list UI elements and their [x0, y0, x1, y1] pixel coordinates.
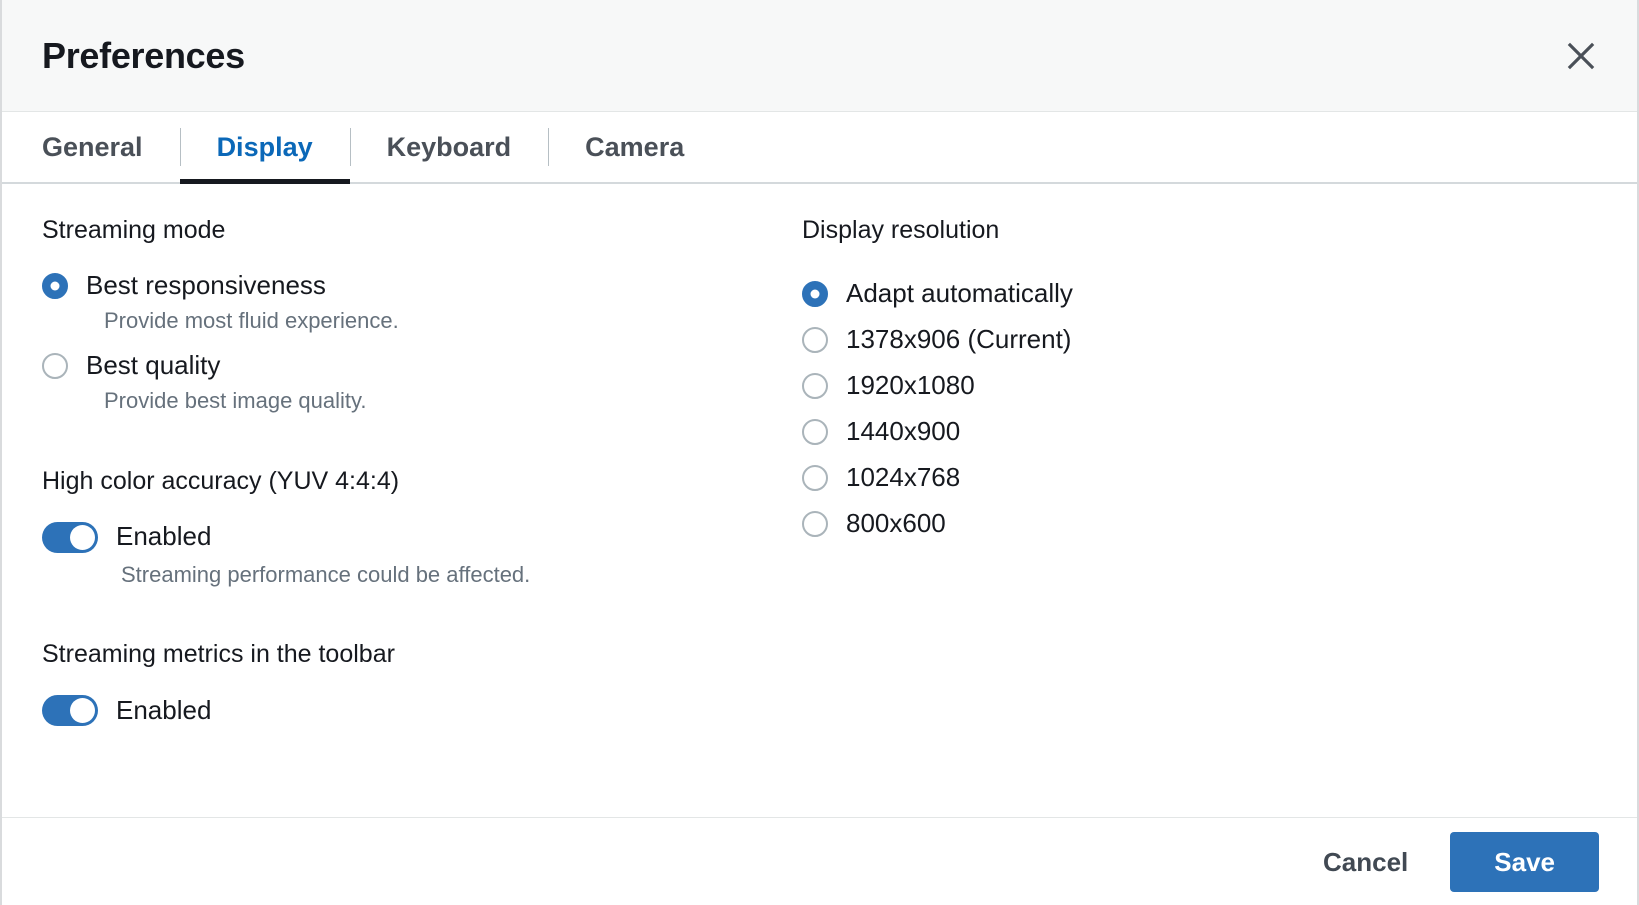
tab-keyboard[interactable]: Keyboard: [350, 112, 549, 182]
radio-label: 800x600: [846, 509, 946, 539]
radio-label: 1024x768: [846, 463, 960, 493]
display-resolution-title: Display resolution: [802, 218, 1597, 243]
radio-indicator-icon: [42, 353, 68, 379]
radio-resolution-1920x1080[interactable]: 1920x1080: [802, 363, 1597, 409]
tab-label: General: [42, 132, 143, 163]
radio-resolution-800x600[interactable]: 800x600: [802, 501, 1597, 547]
tab-general[interactable]: General: [42, 112, 180, 182]
option-description: Provide most fluid experience.: [104, 308, 802, 334]
high-color-accuracy-title: High color accuracy (YUV 4:4:4): [42, 469, 802, 494]
radio-indicator-icon: [42, 273, 68, 299]
toggle-label: Enabled: [116, 522, 211, 552]
save-button[interactable]: Save: [1450, 832, 1599, 892]
tab-label: Camera: [585, 132, 684, 163]
radio-label: Best quality: [86, 351, 220, 381]
option-description: Provide best image quality.: [104, 388, 802, 414]
toggle-label: Enabled: [116, 696, 211, 726]
radio-best-quality[interactable]: Best quality: [42, 351, 802, 381]
tab-label: Display: [217, 132, 313, 163]
toggle-switch-icon: [42, 522, 98, 553]
tab-camera[interactable]: Camera: [548, 112, 721, 182]
dialog-header: Preferences: [2, 0, 1637, 112]
tab-bar: General Display Keyboard Camera: [2, 112, 1637, 184]
radio-indicator-icon: [802, 419, 828, 445]
toggle-high-color-accuracy[interactable]: Enabled: [42, 522, 802, 553]
radio-resolution-adapt-automatically[interactable]: Adapt automatically: [802, 271, 1597, 317]
toggle-streaming-metrics[interactable]: Enabled: [42, 695, 802, 726]
left-column: Streaming mode Best responsiveness Provi…: [42, 218, 802, 817]
radio-resolution-1024x768[interactable]: 1024x768: [802, 455, 1597, 501]
high-color-accuracy-group: High color accuracy (YUV 4:4:4) Enabled …: [42, 469, 802, 588]
dialog-body: Streaming mode Best responsiveness Provi…: [2, 184, 1637, 817]
radio-resolution-1440x900[interactable]: 1440x900: [802, 409, 1597, 455]
radio-indicator-icon: [802, 281, 828, 307]
tab-display[interactable]: Display: [180, 112, 350, 182]
toggle-knob: [70, 698, 95, 723]
toggle-switch-icon: [42, 695, 98, 726]
radio-label: 1920x1080: [846, 371, 975, 401]
radio-label: 1440x900: [846, 417, 960, 447]
streaming-mode-option-best-responsiveness: Best responsiveness Provide most fluid e…: [42, 271, 802, 334]
close-icon[interactable]: [1555, 30, 1607, 82]
toggle-description: Streaming performance could be affected.: [121, 562, 802, 588]
page-title: Preferences: [42, 38, 245, 74]
streaming-mode-title: Streaming mode: [42, 218, 802, 243]
radio-best-responsiveness[interactable]: Best responsiveness: [42, 271, 802, 301]
radio-resolution-1378x906[interactable]: 1378x906 (Current): [802, 317, 1597, 363]
radio-indicator-icon: [802, 373, 828, 399]
radio-indicator-icon: [802, 465, 828, 491]
radio-label: Best responsiveness: [86, 271, 326, 301]
radio-indicator-icon: [802, 327, 828, 353]
cancel-button[interactable]: Cancel: [1305, 837, 1426, 887]
radio-indicator-icon: [802, 511, 828, 537]
preferences-dialog: Preferences General Display Keyboard Cam…: [0, 0, 1639, 905]
right-column: Display resolution Adapt automatically 1…: [802, 218, 1597, 817]
streaming-metrics-group: Streaming metrics in the toolbar Enabled: [42, 642, 802, 726]
toggle-knob: [70, 525, 95, 550]
radio-label: 1378x906 (Current): [846, 325, 1071, 355]
display-resolution-options: Adapt automatically 1378x906 (Current) 1…: [802, 271, 1597, 547]
display-resolution-group: Display resolution Adapt automatically 1…: [802, 218, 1597, 547]
tab-label: Keyboard: [387, 132, 512, 163]
streaming-metrics-title: Streaming metrics in the toolbar: [42, 642, 802, 667]
streaming-mode-group: Streaming mode Best responsiveness Provi…: [42, 218, 802, 415]
dialog-footer: Cancel Save: [2, 817, 1637, 905]
radio-label: Adapt automatically: [846, 279, 1073, 309]
streaming-mode-option-best-quality: Best quality Provide best image quality.: [42, 351, 802, 414]
